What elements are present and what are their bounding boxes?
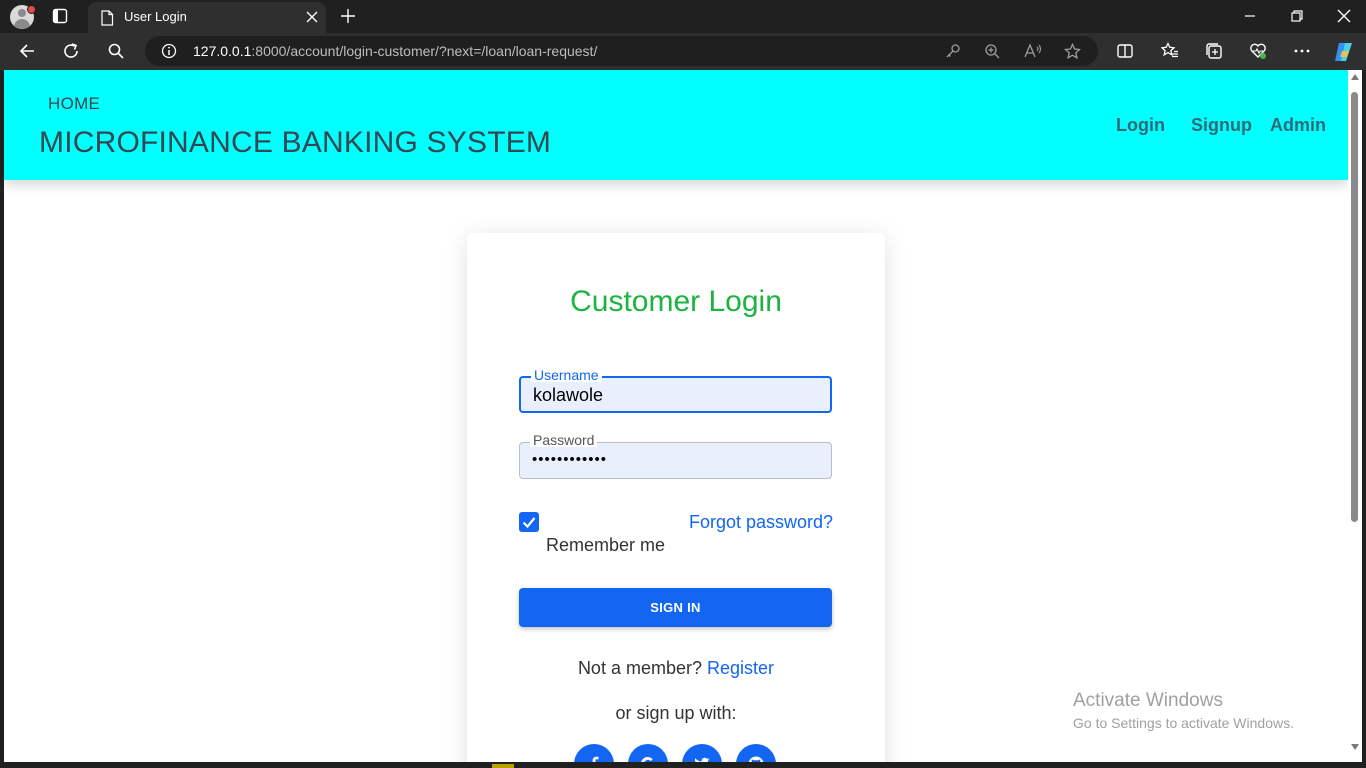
close-tab-icon[interactable]: [306, 11, 318, 23]
username-label: Username: [531, 368, 602, 382]
zoom-icon[interactable]: [984, 43, 1000, 59]
not-member-text: Not a member?: [577, 658, 702, 678]
browser-essentials-icon[interactable]: [1249, 42, 1267, 60]
restore-icon[interactable]: [1290, 9, 1304, 23]
favorites-icon[interactable]: [1161, 42, 1179, 60]
browser-titlebar: User Login: [0, 0, 1366, 33]
tab-title: User Login: [124, 9, 187, 24]
split-screen-icon[interactable]: [1116, 42, 1134, 60]
address-bar[interactable]: 127.0.0.1:8000/account/login-customer/?n…: [145, 36, 1098, 66]
new-tab-icon[interactable]: [340, 8, 356, 24]
sign-in-button[interactable]: SIGN IN: [519, 588, 832, 627]
activate-windows-subtitle: Go to Settings to activate Windows.: [1073, 715, 1294, 731]
password-field[interactable]: Password ••••••••••••: [519, 433, 832, 479]
remember-me-checkbox[interactable]: [519, 512, 539, 532]
collections-icon[interactable]: [1205, 42, 1223, 60]
scroll-up-arrow-icon[interactable]: [1351, 74, 1359, 80]
url-text: 127.0.0.1:8000/account/login-customer/?n…: [193, 43, 598, 59]
register-prompt: Not a member? Register: [467, 658, 885, 679]
facebook-button[interactable]: [574, 744, 614, 762]
more-options-icon[interactable]: [1293, 42, 1311, 60]
login-card: Customer Login Username kolawole Passwor…: [467, 233, 885, 762]
tab-actions-icon[interactable]: [52, 8, 68, 24]
taskbar-edge: [0, 762, 1366, 768]
google-button[interactable]: [628, 744, 668, 762]
nav-home-link[interactable]: HOME: [48, 94, 100, 114]
twitter-button[interactable]: [682, 744, 722, 762]
site-navbar: HOME MICROFINANCE BANKING SYSTEM Login S…: [4, 70, 1348, 180]
key-icon[interactable]: [945, 43, 961, 59]
github-button[interactable]: [736, 744, 776, 762]
minimize-icon[interactable]: [1244, 11, 1256, 21]
username-field[interactable]: Username kolawole: [519, 368, 832, 413]
register-link[interactable]: Register: [707, 658, 774, 678]
profile-notification-dot: [27, 5, 36, 14]
login-title: Customer Login: [570, 285, 782, 318]
browser-toolbar: 127.0.0.1:8000/account/login-customer/?n…: [0, 33, 1366, 70]
refresh-icon[interactable]: [62, 42, 80, 60]
site-brand[interactable]: MICROFINANCE BANKING SYSTEM: [39, 126, 551, 160]
password-value: ••••••••••••: [532, 451, 608, 468]
nav-login-link[interactable]: Login: [1116, 115, 1165, 136]
remember-me-label[interactable]: Remember me: [546, 535, 665, 556]
or-signup-text: or sign up with:: [615, 703, 737, 723]
scrollbar-thumb[interactable]: [1351, 92, 1358, 522]
page-icon: [100, 10, 114, 26]
back-icon[interactable]: [18, 42, 36, 60]
page-viewport: HOME MICROFINANCE BANKING SYSTEM Login S…: [4, 70, 1348, 762]
username-value: kolawole: [533, 385, 604, 405]
copilot-icon[interactable]: [1332, 40, 1356, 64]
checkmark-icon: [522, 517, 536, 529]
search-icon[interactable]: [107, 42, 125, 60]
nav-links: Login Signup Admin: [1116, 115, 1326, 136]
taskbar-indicator: [492, 764, 514, 768]
favorite-star-icon[interactable]: [1064, 43, 1081, 60]
password-label: Password: [530, 433, 598, 447]
page-scrollbar[interactable]: [1348, 70, 1362, 762]
read-aloud-icon[interactable]: [1024, 43, 1042, 59]
site-info-icon[interactable]: [161, 43, 177, 59]
forgot-password-link[interactable]: Forgot password?: [689, 512, 833, 533]
nav-admin-link[interactable]: Admin: [1270, 115, 1326, 136]
activate-windows-title: Activate Windows: [1073, 690, 1223, 711]
tab-user-login[interactable]: User Login: [88, 2, 326, 33]
nav-signup-link[interactable]: Signup: [1191, 115, 1252, 136]
scroll-down-arrow-icon[interactable]: [1351, 744, 1359, 750]
close-window-icon[interactable]: [1337, 9, 1351, 23]
